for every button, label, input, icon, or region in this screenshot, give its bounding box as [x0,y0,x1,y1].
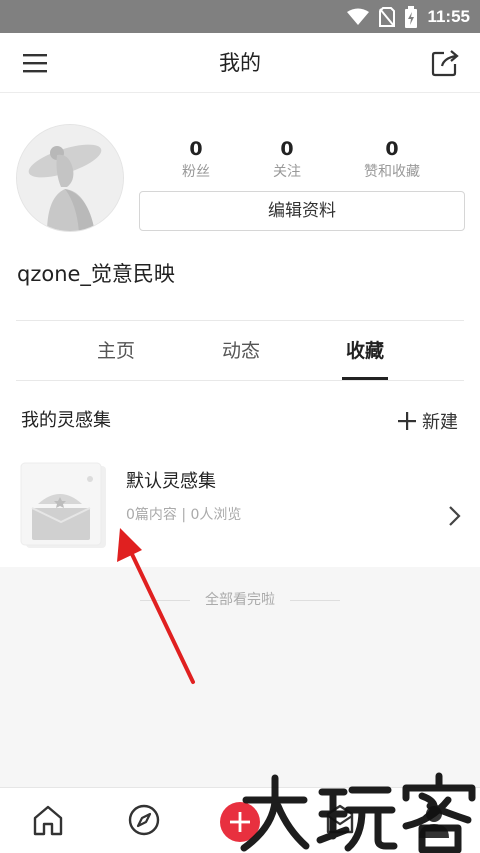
divider [16,320,464,321]
new-collection-label: 新建 [422,412,458,433]
tab-activity[interactable]: 动态 [201,330,281,372]
end-divider-right [290,600,340,601]
wifi-icon [347,8,370,25]
battery-charging-icon [405,5,418,28]
collection-meta: 0篇内容 | 0人浏览 [126,507,242,523]
divider [16,380,464,381]
new-collection-button[interactable]: 新建 [398,406,458,436]
stat-likes-label: 赞和收藏 [364,164,420,180]
stat-likes[interactable]: 0 赞和收藏 [347,136,437,182]
stat-following-label: 关注 [273,164,301,180]
avatar-illustration [17,125,123,231]
edit-profile-button[interactable]: 编辑资料 [139,191,465,231]
menu-icon[interactable] [22,51,48,75]
chevron-right-icon [449,506,461,526]
collection-thumbnail [20,462,106,548]
stat-followers[interactable]: 0 粉丝 [151,136,241,182]
home-icon[interactable] [30,802,66,838]
list-item[interactable]: 默认灵感集 0篇内容 | 0人浏览 [0,450,480,566]
plus-icon [398,412,416,430]
stat-followers-value: 0 [189,138,203,160]
status-icons: 11:55 [347,0,470,33]
app-bar: 我的 [0,33,480,93]
watermark-logo [240,772,476,853]
discover-icon[interactable] [126,802,162,838]
tab-favorites[interactable]: 收藏 [325,330,405,372]
status-bar: 11:55 [0,0,480,33]
stat-likes-value: 0 [385,138,399,160]
collection-title: 默认灵感集 [126,471,216,492]
page-title: 我的 [219,51,261,75]
avatar[interactable] [16,124,124,232]
tab-home[interactable]: 主页 [76,330,156,372]
share-icon[interactable] [430,49,460,77]
status-time: 11:55 [427,6,470,26]
stat-following-value: 0 [280,138,294,160]
end-of-list-text: 全部看完啦 [205,592,275,608]
username: qzone_觉意民映 [17,262,175,286]
no-sim-icon [379,6,396,27]
section-title: 我的灵感集 [21,410,111,431]
stat-following[interactable]: 0 关注 [242,136,332,182]
stat-followers-label: 粉丝 [182,164,210,180]
